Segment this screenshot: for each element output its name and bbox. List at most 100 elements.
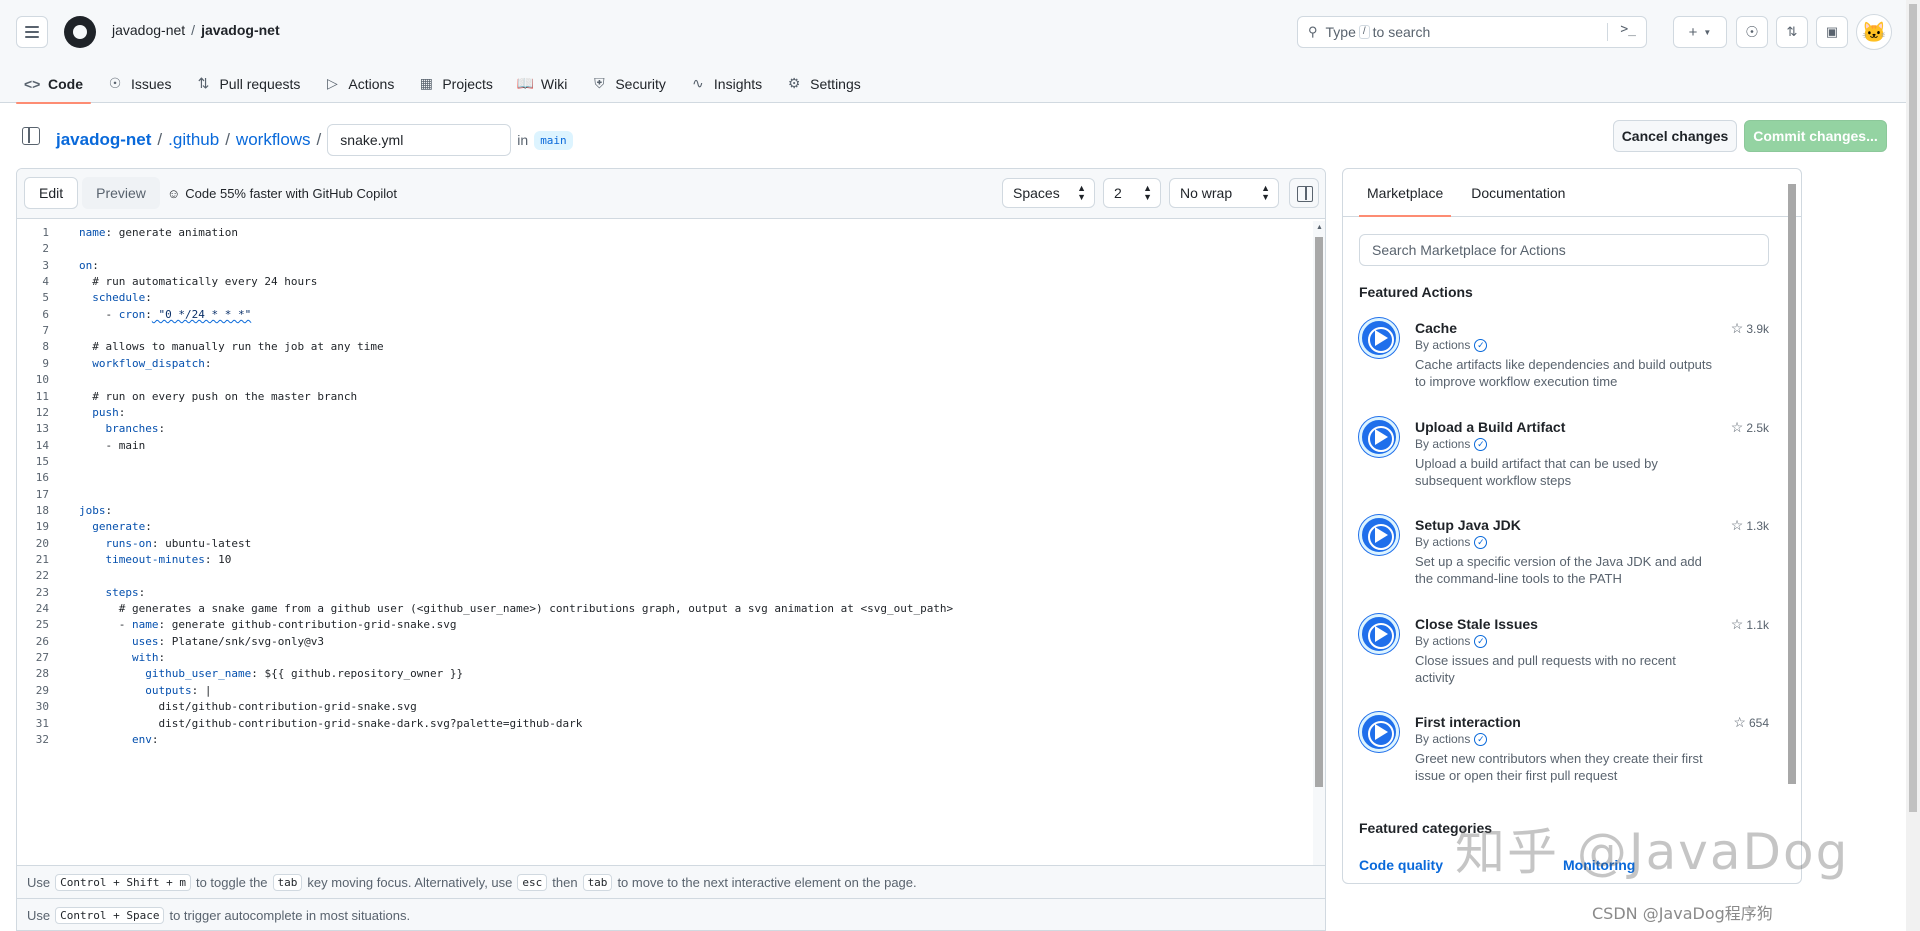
tab-insights[interactable]: ∿ Insights [682, 64, 770, 103]
category-link-code-quality[interactable]: Code quality [1359, 857, 1443, 873]
hint-text: Use [27, 874, 51, 890]
action-name[interactable]: Setup Java JDK [1415, 517, 1521, 533]
path-dir-workflows-link[interactable]: workflows [236, 130, 311, 150]
page-scrollbar[interactable] [1906, 0, 1920, 931]
star-count: 654 [1748, 715, 1769, 730]
action-play-icon [1359, 318, 1399, 358]
scrollbar-thumb[interactable] [1315, 237, 1323, 787]
path-root-link[interactable]: javadog-net [56, 130, 151, 150]
code-area[interactable]: 1 name: generate animation 2 3 on: 4 # run au… [17, 219, 1311, 865]
action-description: Cache artifacts like dependencies and bu… [1415, 357, 1713, 389]
toggle-sidebar-icon[interactable] [1289, 178, 1319, 208]
menu-button[interactable] [16, 16, 48, 48]
tab-issues[interactable]: ☉ Issues [99, 64, 179, 103]
code-line: # run automatically every 24 hours [79, 275, 318, 289]
action-name[interactable]: First interaction [1415, 714, 1521, 730]
watermark: 知乎 @JavaDog [1455, 823, 1850, 881]
action-author: By actions ✓ [1415, 535, 1488, 549]
edit-tab[interactable]: Edit [24, 177, 79, 209]
verified-icon: ✓ [1474, 338, 1488, 352]
global-search[interactable]: ⚲ Type / to search >_ [1297, 16, 1647, 48]
repo-header: javadog-net / javadog-net ⚲ Type / to sear… [0, 0, 1920, 104]
code-line: with: [131, 651, 166, 665]
hint-text: to toggle the [195, 874, 268, 890]
action-name[interactable]: Upload a Build Artifact [1415, 419, 1565, 435]
tab-pull-requests[interactable]: ⇅ Pull requests [187, 64, 308, 103]
action-card[interactable]: Upload a Build Artifact By actions ✓ Uplo… [1359, 417, 1769, 507]
action-card[interactable]: Close Stale Issues By actions ✓ Close iss… [1359, 614, 1769, 704]
file-tree-toggle-icon[interactable] [22, 127, 40, 145]
action-author-text: By actions [1415, 732, 1471, 746]
create-new-button[interactable]: + ▼ [1673, 16, 1727, 48]
sidebar-scrollbar[interactable] [1786, 178, 1798, 884]
line-number: 25 [35, 618, 49, 632]
edit-preview-toggle: Edit Preview [24, 177, 160, 209]
action-card[interactable]: Setup Java JDK By actions ✓ Set up a spec… [1359, 515, 1769, 605]
github-logo-icon[interactable] [64, 16, 96, 48]
issues-button[interactable]: ☉ [1736, 16, 1768, 48]
star-icon: ☆ [1730, 616, 1744, 632]
line-number: 7 [42, 324, 49, 338]
pull-requests-button[interactable]: ⇅ [1776, 16, 1808, 48]
filename-input[interactable]: snake.yml [327, 124, 512, 156]
avatar[interactable]: 🐱 [1856, 14, 1892, 50]
path-dir-github-link[interactable]: .github [168, 130, 219, 150]
action-card[interactable]: First interaction By actions ✓ Greet new … [1359, 712, 1769, 802]
featured-actions-heading: Featured Actions [1359, 284, 1473, 300]
tab-security[interactable]: ⛨ Security [583, 64, 674, 103]
branch-badge[interactable]: main [534, 130, 573, 150]
tab-label: Pull requests [219, 75, 301, 92]
code-line: workflow_dispatch: [92, 356, 212, 370]
star-icon: ☆ [1730, 517, 1744, 533]
code-line: push: [92, 405, 126, 419]
tab-wiki[interactable]: 📖 Wiki [509, 64, 575, 103]
hint-text: to trigger autocomplete in most situatio… [169, 907, 411, 923]
indent-mode-value: Spaces [1013, 185, 1060, 201]
code-line: dist/github-contribution-grid-snake-dark… [79, 716, 583, 730]
cancel-changes-button[interactable]: Cancel changes [1613, 120, 1737, 152]
indent-mode-select[interactable]: Spaces ▲ ▼ [1002, 178, 1095, 208]
line-number: 15 [35, 454, 49, 468]
line-number: 30 [35, 700, 49, 714]
line-number: 17 [35, 487, 49, 501]
action-name[interactable]: Close Stale Issues [1415, 616, 1538, 632]
commit-changes-button[interactable]: Commit changes... [1744, 120, 1887, 152]
action-author-text: By actions [1415, 634, 1471, 648]
code-line: # allows to manually run the job at any … [79, 340, 384, 354]
scrollbar-thumb[interactable] [1909, 4, 1917, 812]
line-number: 21 [35, 553, 49, 566]
preview-tab[interactable]: Preview [82, 177, 160, 209]
path-separator: / [225, 130, 230, 149]
editor-scrollbar[interactable]: ▲ [1313, 221, 1325, 865]
action-author: By actions ✓ [1415, 634, 1488, 648]
action-card[interactable]: Cache By actions ✓ Cache artifacts like d… [1359, 318, 1769, 408]
scroll-up-icon[interactable]: ▲ [1316, 224, 1323, 231]
code-line: uses: Platane/snk/svg-only@v3 [131, 634, 325, 648]
keyboard-hint-2: Use Control + Space to trigger autocompl… [17, 898, 1325, 930]
tab-marketplace[interactable]: Marketplace [1359, 169, 1452, 217]
action-name[interactable]: Cache [1415, 320, 1457, 336]
scrollbar-thumb[interactable] [1788, 184, 1796, 784]
tab-code[interactable]: <> Code [16, 64, 91, 104]
tab-label: Issues [131, 75, 172, 92]
pull-request-icon: ⇅ [197, 75, 210, 91]
tab-settings[interactable]: ⚙ Settings [778, 64, 869, 103]
copilot-promo[interactable]: ☺ Code 55% faster with GitHub Copilot [167, 186, 397, 201]
tab-projects[interactable]: ▦ Projects [410, 64, 501, 103]
tab-actions[interactable]: ▷ Actions [316, 64, 402, 103]
indent-size-select[interactable]: 2 ▲ ▼ [1103, 178, 1161, 208]
yaml-key: github_user_name [145, 667, 252, 681]
line-number: 19 [35, 520, 49, 534]
select-arrows-icon: ▲ ▼ [1077, 183, 1086, 202]
marketplace-search-input[interactable]: Search Marketplace for Actions [1359, 234, 1769, 266]
table-icon: ▦ [419, 75, 433, 91]
inbox-button[interactable]: ▣ [1816, 16, 1848, 48]
repo-link[interactable]: javadog-net [201, 22, 280, 38]
owner-link[interactable]: javadog-net [112, 22, 185, 38]
select-arrows-icon: ▲ ▼ [1261, 183, 1270, 202]
wrap-mode-select[interactable]: No wrap ▲ ▼ [1169, 178, 1279, 208]
in-label: in [517, 132, 529, 148]
terminal-icon[interactable]: >_ [1620, 22, 1636, 37]
tab-documentation[interactable]: Documentation [1463, 169, 1573, 216]
code-line: timeout-minutes: 10 [105, 553, 232, 566]
